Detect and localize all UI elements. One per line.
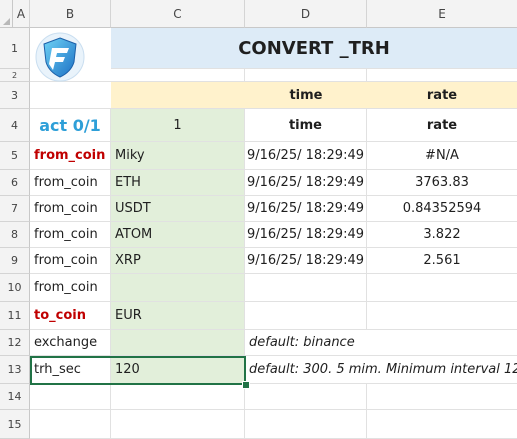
cell-e4[interactable]: rate [367,109,517,142]
row-header-8[interactable]: 8 [0,222,30,248]
row-header-14[interactable]: 14 [0,384,30,410]
logo-cell [30,28,111,82]
cell-b14[interactable] [30,384,111,410]
sheet-title: CONVERT _TRH [238,37,390,59]
cell-b3[interactable] [30,82,111,109]
cell-b10[interactable]: from_coin [30,274,111,302]
cell-e3[interactable]: rate [367,82,517,109]
column-header-a[interactable]: A [13,0,30,28]
cell-e11[interactable] [367,302,517,330]
cell-d15[interactable] [245,410,367,439]
cell-c9[interactable]: XRP [111,248,245,274]
cell-d12[interactable]: default: binance [245,330,517,356]
row-header-5[interactable]: 5 [0,142,30,170]
cell-d4[interactable]: time [245,109,367,142]
trh-logo-icon [35,32,85,82]
cell-d9[interactable]: 9/16/25/ 18:29:49 [245,248,367,274]
cell-c7[interactable]: USDT [111,196,245,222]
cell-b12[interactable]: exchange [30,330,111,356]
cell-e8[interactable]: 3.822 [367,222,517,248]
row-header-7[interactable]: 7 [0,196,30,222]
title-cell[interactable]: CONVERT _TRH [111,28,517,69]
cell-d8[interactable]: 9/16/25/ 18:29:49 [245,222,367,248]
cell-c5[interactable]: Miky [111,142,245,170]
column-header-d[interactable]: D [245,0,367,28]
cell-d3[interactable]: time [245,82,367,109]
row-header-2[interactable]: 2 [0,69,30,82]
cell-c12[interactable] [111,330,245,356]
cell-c6[interactable]: ETH [111,170,245,196]
cell-b13[interactable]: trh_sec [30,356,111,384]
cell-e10[interactable] [367,274,517,302]
cell-c10[interactable] [111,274,245,302]
row-header-13[interactable]: 13 [0,356,30,384]
cell-c11[interactable]: EUR [111,302,245,330]
cell-e7[interactable]: 0.84352594 [367,196,517,222]
cell-b9[interactable]: from_coin [30,248,111,274]
cell-c4[interactable]: 1 [111,109,245,142]
cell-c2[interactable] [111,69,245,82]
cell-e6[interactable]: 3763.83 [367,170,517,196]
column-header-e[interactable]: E [367,0,517,28]
cell-c3[interactable] [111,82,245,109]
cell-b5[interactable]: from_coin [30,142,111,170]
column-header-c[interactable]: C [111,0,245,28]
cell-d7[interactable]: 9/16/25/ 18:29:49 [245,196,367,222]
cell-d10[interactable] [245,274,367,302]
row-header-4[interactable]: 4 [0,109,30,142]
cell-d11[interactable] [245,302,367,330]
cell-c14[interactable] [111,384,245,410]
cell-b8[interactable]: from_coin [30,222,111,248]
row-header-10[interactable]: 10 [0,274,30,302]
cell-c15[interactable] [111,410,245,439]
row-header-12[interactable]: 12 [0,330,30,356]
cell-b6[interactable]: from_coin [30,170,111,196]
cell-b7[interactable]: from_coin [30,196,111,222]
row-header-3[interactable]: 3 [0,82,30,109]
cell-c13[interactable]: 120 [111,356,245,384]
cell-d13[interactable]: default: 300. 5 mim. Minimum interval 12… [245,356,517,384]
cell-b11[interactable]: to_coin [30,302,111,330]
fill-handle[interactable] [242,381,250,389]
row-header-11[interactable]: 11 [0,302,30,330]
select-all-corner[interactable] [0,0,13,28]
cell-d6[interactable]: 9/16/25/ 18:29:49 [245,170,367,196]
cell-e15[interactable] [367,410,517,439]
row-header-9[interactable]: 9 [0,248,30,274]
cell-e5[interactable]: #N/A [367,142,517,170]
cell-e14[interactable] [367,384,517,410]
row-header-1[interactable]: 1 [0,28,30,69]
cell-d2[interactable] [245,69,367,82]
cell-e2[interactable] [367,69,517,82]
cell-d14[interactable] [245,384,367,410]
cell-c8[interactable]: ATOM [111,222,245,248]
row-header-6[interactable]: 6 [0,170,30,196]
cell-b15[interactable] [30,410,111,439]
spreadsheet: A B C D E 1 2 3 4 5 6 7 8 9 10 11 12 13 … [0,0,517,439]
row-header-15[interactable]: 15 [0,410,30,439]
cell-d5[interactable]: 9/16/25/ 18:29:49 [245,142,367,170]
cell-e9[interactable]: 2.561 [367,248,517,274]
column-header-b[interactable]: B [30,0,111,28]
cell-b4[interactable]: act 0/1 [30,109,111,142]
